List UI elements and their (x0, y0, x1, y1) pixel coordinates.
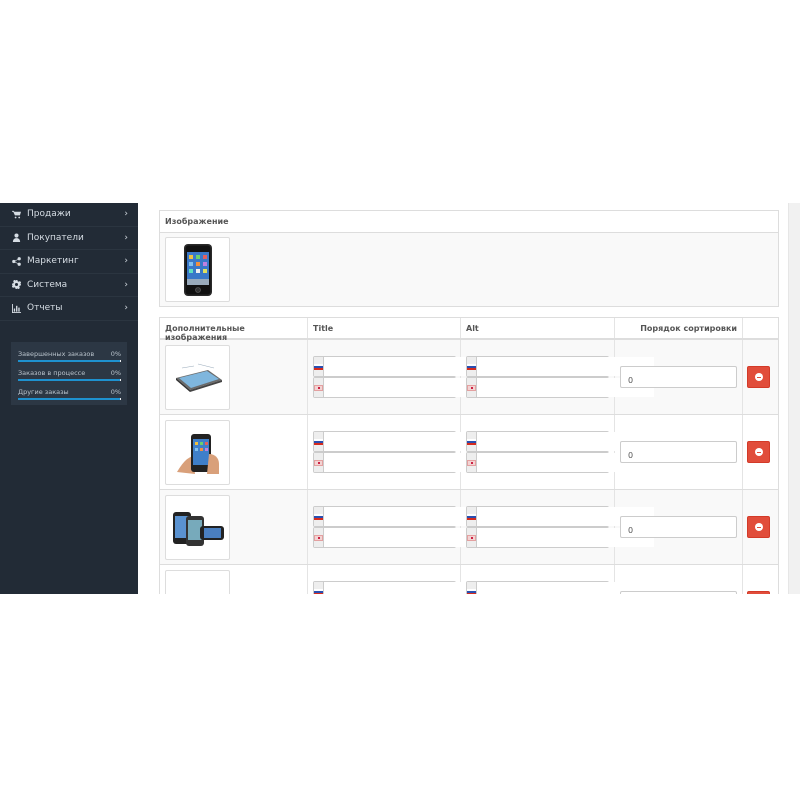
uk-flag-icon (467, 528, 477, 547)
alt-input-group-en (466, 527, 654, 548)
uk-flag-icon (467, 453, 477, 472)
image-thumbnail[interactable] (165, 570, 230, 594)
main-image-panel: Изображение (159, 210, 779, 307)
remove-image-button[interactable] (747, 516, 770, 538)
alt-input-group-en (466, 452, 654, 473)
table-row (160, 490, 778, 565)
table-row (160, 340, 778, 415)
uk-flag-icon (314, 528, 324, 547)
uk-flag-icon (467, 378, 477, 397)
col-alt: Alt (461, 318, 615, 338)
table-row (160, 565, 778, 594)
col-title: Title (308, 318, 461, 338)
chevron-right-icon: › (124, 256, 128, 267)
page-scrollbar[interactable] (788, 203, 800, 594)
sidebar-item-marketing[interactable]: Маркетинг › (0, 250, 138, 274)
minus-circle-icon (754, 373, 763, 381)
additional-images-table: Дополнительные изображения Title Alt Пор… (159, 317, 779, 594)
sort-order-input[interactable] (620, 591, 737, 594)
main-image-header: Изображение (160, 211, 778, 233)
chevron-right-icon: › (124, 209, 128, 220)
sidebar-item-reports[interactable]: Отчеты › (0, 297, 138, 321)
title-input-group-en (313, 377, 501, 398)
main-image-body (160, 233, 778, 306)
sidebar-item-label: Продажи (27, 209, 71, 220)
col-actions (743, 318, 778, 338)
russia-flag-icon (314, 507, 324, 526)
russia-flag-icon (314, 582, 324, 594)
russia-flag-icon (467, 582, 477, 594)
progress-bar (18, 379, 121, 381)
title-input-group-ru (313, 431, 501, 452)
chevron-right-icon: › (124, 232, 128, 243)
sidebar-item-label: Отчеты (27, 303, 63, 314)
stat-processing: Заказов в процессе 0% (18, 367, 121, 386)
title-input-group-ru (313, 581, 501, 594)
col-images: Дополнительные изображения (160, 318, 308, 342)
minus-circle-icon (754, 448, 763, 456)
title-input-group-en (313, 452, 501, 473)
sidebar-item-system[interactable]: Система › (0, 274, 138, 297)
russia-flag-icon (314, 357, 324, 376)
progress-bar (18, 360, 121, 362)
title-input-group-en (313, 527, 501, 548)
sidebar-item-label: Покупатели (27, 232, 84, 243)
admin-viewport: Продажи › Покупатели › Маркетинг › Систе… (0, 203, 800, 594)
russia-flag-icon (467, 432, 477, 451)
share-icon (11, 256, 21, 266)
russia-flag-icon (314, 432, 324, 451)
title-input-group-ru (313, 356, 501, 377)
stat-other: Другие заказы 0% (18, 386, 121, 405)
main-content: Изображение Дополнительные изображения T… (138, 203, 788, 594)
remove-image-button[interactable] (747, 441, 770, 463)
sidebar-item-customers[interactable]: Покупатели › (0, 227, 138, 250)
bar-chart-icon (11, 303, 21, 313)
remove-image-button[interactable] (747, 591, 770, 594)
sort-order-input[interactable] (620, 366, 737, 388)
chevron-right-icon: › (124, 303, 128, 314)
image-thumbnail[interactable] (165, 345, 230, 410)
uk-flag-icon (314, 378, 324, 397)
alt-input-group-ru (466, 581, 654, 594)
sort-order-input[interactable] (620, 516, 737, 538)
phone-flat-image (175, 363, 222, 392)
phone-image (183, 243, 212, 296)
sidebar-item-label: Маркетинг (27, 256, 79, 267)
alt-input-group-ru (466, 356, 654, 377)
image-thumbnail[interactable] (165, 420, 230, 485)
table-header: Дополнительные изображения Title Alt Пор… (160, 318, 778, 342)
alt-input-group-ru (466, 431, 654, 452)
stat-completed: Завершенных заказов 0% (18, 348, 121, 367)
chevron-right-icon: › (124, 279, 128, 290)
shopping-cart-icon (11, 209, 21, 219)
russia-flag-icon (467, 507, 477, 526)
table-row (160, 415, 778, 490)
image-thumbnail[interactable] (165, 495, 230, 560)
three-phones-image (170, 583, 226, 595)
remove-image-button[interactable] (747, 366, 770, 388)
col-sort-order: Порядок сортировки (615, 318, 743, 338)
sort-order-input[interactable] (620, 441, 737, 463)
main-image-thumbnail[interactable] (165, 237, 230, 302)
russia-flag-icon (467, 357, 477, 376)
sidebar-item-label: Система (27, 279, 68, 290)
sidebar-item-sales[interactable]: Продажи › (0, 203, 138, 227)
phone-in-hand-image (176, 433, 219, 474)
sidebar: Продажи › Покупатели › Маркетинг › Систе… (0, 203, 138, 594)
alt-input-group-en (466, 377, 654, 398)
progress-bar (18, 398, 121, 400)
user-icon (11, 233, 21, 243)
title-input-group-ru (313, 506, 501, 527)
uk-flag-icon (314, 453, 324, 472)
two-phones-image (172, 511, 224, 546)
gear-icon (11, 280, 21, 290)
alt-input-group-ru (466, 506, 654, 527)
order-stats: Завершенных заказов 0% Заказов в процесс… (11, 342, 127, 405)
minus-circle-icon (754, 523, 763, 531)
